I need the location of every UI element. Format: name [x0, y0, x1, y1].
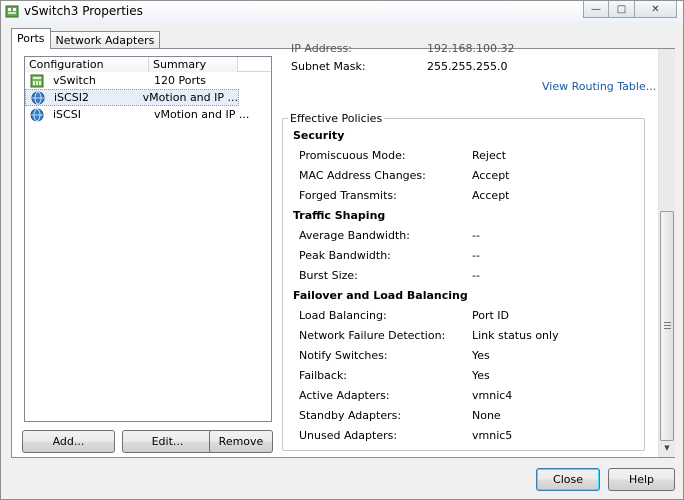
vswitch-icon	[30, 74, 44, 87]
policy-label: Forged Transmits:	[299, 189, 397, 202]
policy-value: vmnic5	[472, 429, 513, 442]
policy-label: Promiscuous Mode:	[299, 149, 406, 162]
ip-address-value: 192.168.100.32	[427, 42, 515, 55]
close-window-button[interactable]: ✕	[635, 1, 677, 18]
ip-address-label: IP Address:	[291, 42, 352, 55]
policy-value: --	[472, 229, 480, 242]
effective-policies-group: Effective Policies Security Promiscuous …	[282, 112, 645, 451]
policy-value: Link status only	[472, 329, 559, 342]
traffic-shaping-heading: Traffic Shaping	[293, 209, 386, 222]
port-summary: vMotion and IP ...	[154, 108, 250, 121]
policy-value: Accept	[472, 189, 510, 202]
port-name: iSCSI2	[54, 91, 89, 104]
port-name: vSwitch	[53, 74, 96, 87]
scroll-down-arrow-icon[interactable]: ▼	[660, 441, 674, 455]
policy-label: Peak Bandwidth:	[299, 249, 391, 262]
subnet-mask-value: 255.255.255.0	[427, 60, 508, 73]
edit-button[interactable]: Edit...	[122, 430, 213, 453]
policy-label: Notify Switches:	[299, 349, 388, 362]
policy-label: Network Failure Detection:	[299, 329, 446, 342]
policy-value: Reject	[472, 149, 507, 162]
policy-label: Average Bandwidth:	[299, 229, 410, 242]
policy-value: --	[472, 269, 480, 282]
column-header-summary[interactable]: Summary	[149, 57, 238, 72]
tab-ports[interactable]: Ports	[11, 28, 51, 49]
close-button[interactable]: Close	[536, 468, 600, 491]
security-heading: Security	[293, 129, 345, 142]
title-bar[interactable]: vSwitch3 Properties — □ ✕	[1, 1, 683, 23]
maximize-icon: □	[616, 3, 627, 15]
policy-label: Burst Size:	[299, 269, 358, 282]
port-name: iSCSI	[53, 108, 81, 121]
vmkernel-port-icon	[31, 91, 45, 104]
policy-label: MAC Address Changes:	[299, 169, 426, 182]
policy-label: Standby Adapters:	[299, 409, 402, 422]
scrollbar-thumb[interactable]	[660, 211, 674, 441]
tab-network-adapters[interactable]: Network Adapters	[49, 31, 161, 49]
failover-heading: Failover and Load Balancing	[293, 289, 468, 302]
policy-value: Port ID	[472, 309, 510, 322]
tab-strip: Ports Network Adapters	[11, 28, 161, 49]
policy-value: Accept	[472, 169, 510, 182]
help-button[interactable]: Help	[608, 468, 675, 491]
add-button[interactable]: Add...	[22, 430, 115, 453]
policy-label: Load Balancing:	[299, 309, 387, 322]
policy-label: Unused Adapters:	[299, 429, 398, 442]
subnet-mask-label: Subnet Mask:	[291, 60, 366, 73]
grip-icon	[664, 322, 671, 331]
vertical-scrollbar[interactable]: ▼	[658, 49, 675, 457]
list-item[interactable]: iSCSI vMotion and IP ...	[25, 106, 271, 123]
remove-button[interactable]: Remove	[209, 430, 273, 453]
ports-tab-panel: Configuration Summary vSwitch 120 Ports	[11, 42, 675, 458]
policy-value: None	[472, 409, 501, 422]
policy-label: Failback:	[299, 369, 348, 382]
policy-value: Yes	[472, 369, 490, 382]
policy-value: Yes	[472, 349, 490, 362]
vmkernel-port-icon	[30, 108, 44, 121]
port-summary: 120 Ports	[154, 74, 207, 87]
port-list[interactable]: Configuration Summary vSwitch 120 Ports	[24, 56, 272, 422]
ip-settings: IP Address: 192.168.100.32 Subnet Mask: …	[283, 42, 656, 99]
port-summary: vMotion and IP ...	[142, 91, 238, 104]
vswitch-app-icon	[5, 5, 19, 18]
list-item-selected[interactable]: iSCSI2 vMotion and IP ...	[25, 89, 239, 106]
policy-value: vmnic4	[472, 389, 513, 402]
minimize-icon: —	[591, 3, 601, 15]
policy-label: Active Adapters:	[299, 389, 390, 402]
close-icon: ✕	[651, 3, 660, 15]
list-item[interactable]: vSwitch 120 Ports	[25, 72, 271, 89]
view-routing-table-link[interactable]: View Routing Table...	[542, 80, 656, 93]
column-header-configuration[interactable]: Configuration	[25, 57, 149, 72]
policy-value: --	[472, 249, 480, 262]
properties-window: vSwitch3 Properties — □ ✕ Ports Network …	[0, 0, 684, 500]
effective-policies-legend: Effective Policies	[288, 112, 385, 125]
minimize-button[interactable]: —	[583, 1, 609, 18]
window-title: vSwitch3 Properties	[24, 4, 143, 18]
maximize-button[interactable]: □	[609, 1, 635, 18]
port-list-header: Configuration Summary	[25, 57, 271, 72]
